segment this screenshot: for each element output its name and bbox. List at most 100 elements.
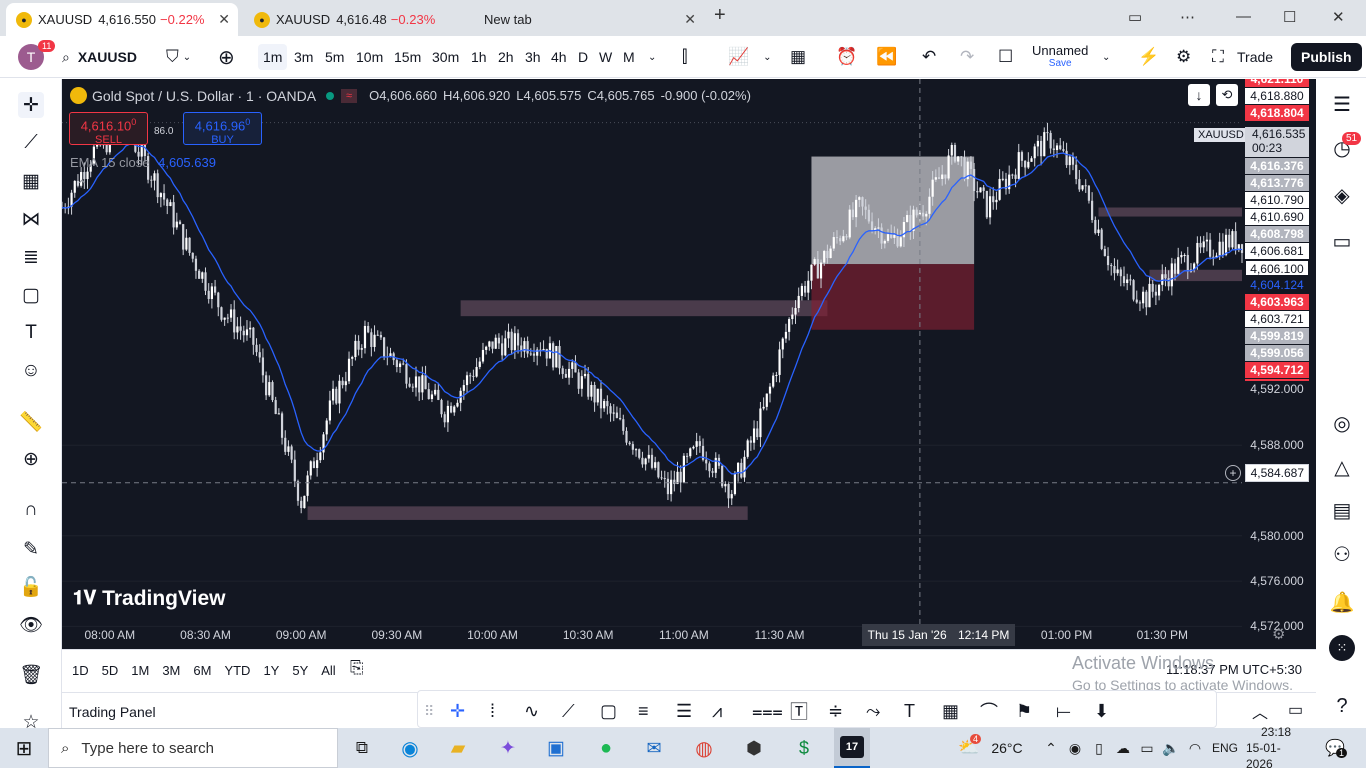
compare-add-symbol-button[interactable]: ⊕ (218, 36, 235, 78)
pattern-tool-icon[interactable]: ⋈ (18, 206, 44, 232)
range-button-1y[interactable]: 1Y (263, 663, 279, 678)
layouts-button[interactable]: ▦ (790, 36, 806, 78)
symbol-type-dropdown[interactable]: ⛉ ⌄ (166, 36, 191, 78)
new-tab-icon[interactable]: + (714, 4, 726, 27)
fib-extension-icon[interactable]: ⩶ (752, 700, 783, 722)
data-problem-icon[interactable]: ≈ (341, 88, 358, 103)
sell-button[interactable]: 4,616.100 SELL (69, 112, 148, 146)
ruler-tool-icon[interactable]: 📏 (18, 409, 44, 435)
collapse-toolbar-icon[interactable]: ⬇ (1094, 700, 1109, 722)
trash-icon[interactable]: 🗑 (18, 662, 44, 688)
watchlist-icon[interactable]: ☰ (1329, 91, 1355, 117)
close-window-icon[interactable]: ✕ (1332, 8, 1345, 26)
weather-temperature[interactable]: 26°C (988, 728, 1026, 768)
trading-panel-tab[interactable]: Trading Panel (69, 704, 156, 720)
chat-icon[interactable]: ▭ (1329, 228, 1355, 254)
cross-cursor-icon[interactable]: ✛ (450, 700, 465, 722)
undo-button[interactable]: ↶ (922, 36, 936, 78)
file-explorer-icon[interactable]: ▰ (440, 728, 476, 768)
legend-title[interactable]: Gold Spot / U.S. Dollar · 1 · OANDA (92, 88, 316, 104)
candlestick-chart[interactable] (62, 79, 1316, 649)
range-button-5d[interactable]: 5D (102, 663, 119, 678)
range-button-all[interactable]: All (321, 663, 335, 678)
xabcd-pattern-icon[interactable]: ⩘ (712, 700, 722, 722)
drag-handle-icon[interactable]: ⠿ (424, 700, 434, 722)
browser-tab[interactable]: ● XAUUSD 4,616.550 −0.22% ✕ (6, 3, 238, 36)
copilot-icon[interactable]: ✦ (490, 728, 526, 768)
tradingview-taskbar-icon[interactable]: 17 (834, 728, 870, 768)
trendline-tool-icon[interactable]: ⟋ (18, 130, 44, 156)
timeframe-4h[interactable]: 4h (546, 44, 572, 70)
timeframe-2h[interactable]: 2h (493, 44, 519, 70)
device-icon[interactable]: ▯ (1090, 728, 1108, 768)
parallel-channel-icon[interactable]: ≡ (638, 700, 649, 722)
eye-icon[interactable]: 👁 (18, 612, 44, 638)
vertical-line-icon[interactable]: ⁞ (490, 700, 495, 722)
grid-icon[interactable]: ▦ (942, 700, 959, 722)
timeframe-10m[interactable]: 10m (351, 44, 388, 70)
magnet-icon[interactable]: ∩ (18, 497, 44, 523)
notification-center-icon[interactable]: 💬 (1320, 728, 1350, 768)
minimize-icon[interactable]: — (1236, 8, 1251, 25)
windows-start-icon[interactable]: ⊞ (0, 728, 48, 768)
battery-icon[interactable]: ▭ (1138, 728, 1156, 768)
text-icon[interactable]: T (904, 700, 915, 722)
add-alert-plus-icon[interactable]: + (1225, 465, 1241, 481)
range-button-5y[interactable]: 5Y (292, 663, 308, 678)
timeframe-3m[interactable]: 3m (289, 44, 318, 70)
maximize-icon[interactable]: ☐ (1283, 8, 1296, 26)
time-scale[interactable]: 08:00 AM 08:30 AM 09:00 AM 09:30 AM 10:00 AM… (62, 624, 1316, 649)
timeframe-d[interactable]: D (573, 44, 593, 70)
zoom-in-icon[interactable]: ⊕ (18, 446, 44, 472)
timeframe-1m[interactable]: 1m (258, 44, 288, 70)
maximize-panel-icon[interactable]: ▭ (1288, 700, 1303, 720)
range-button-6m[interactable]: 6M (193, 663, 211, 678)
flag-pattern-icon[interactable]: ⚑ (1016, 700, 1032, 722)
forecast-tool-icon[interactable]: ≣ (18, 244, 44, 270)
timeframe-5m[interactable]: 5m (320, 44, 349, 70)
wifi-icon[interactable]: ◠ (1186, 728, 1204, 768)
notification-bell-icon[interactable]: 🔔 (1329, 589, 1355, 615)
go-to-date-icon[interactable]: ⎘ (350, 658, 364, 678)
chrome-icon[interactable]: ◍ (686, 728, 722, 768)
range-button-1d[interactable]: 1D (72, 663, 89, 678)
trade-button[interactable]: Trade (1226, 43, 1284, 71)
settings-button[interactable]: ⚙ (1176, 36, 1191, 78)
finance-app-icon[interactable]: $ (786, 728, 822, 768)
close-tab-icon[interactable]: ✕ (684, 11, 696, 28)
alert-button[interactable]: ⏰ (836, 36, 857, 78)
chevron-up-icon[interactable]: ︿ (1252, 699, 1268, 723)
timeframe-30m[interactable]: 30m (427, 44, 464, 70)
lock-pencil-icon[interactable]: ✎ (18, 536, 44, 562)
object-tree-layers-icon[interactable]: ◈ (1329, 182, 1355, 208)
avatar[interactable]: T 11 (18, 36, 56, 78)
layout-chevron-icon[interactable]: ⌄ (1102, 36, 1110, 78)
fullscreen-button[interactable]: ⛶ (1212, 36, 1224, 78)
chart-pane[interactable]: Gold Spot / U.S. Dollar · 1 · OANDA ≈ O4… (62, 79, 1316, 649)
layout-menu-button[interactable]: ☐ (998, 36, 1013, 78)
microsoft-store-icon[interactable]: ▣ (538, 728, 574, 768)
long-position-icon[interactable]: ≑ (828, 700, 843, 722)
browser-tab[interactable]: ● XAUUSD 4,616.48 −0.23% (244, 3, 472, 36)
timeframe-w[interactable]: W (594, 44, 617, 70)
scroll-down-icon[interactable]: ↓ (1188, 84, 1210, 106)
reset-chart-icon[interactable]: ⟲ (1216, 84, 1238, 106)
brush-icon[interactable]: ∿ (524, 700, 539, 722)
fib-grid-tool-icon[interactable]: ▦ (18, 168, 44, 194)
market-status-dot-icon[interactable] (326, 91, 335, 100)
horizontal-ray-icon[interactable]: ⟝ (1056, 700, 1071, 722)
record-icon[interactable]: ◉ (1066, 728, 1084, 768)
timeframe-15m[interactable]: 15m (389, 44, 426, 70)
indicators-button[interactable]: 📈 ⌄ (728, 36, 772, 78)
collapse-legend-icon[interactable]: ⌃ (76, 177, 88, 194)
chevron-up-icon[interactable]: ⌃ (1042, 728, 1060, 768)
text-tool-icon[interactable]: T (18, 320, 44, 346)
edge-browser-icon[interactable]: ◉ (392, 728, 428, 768)
calendar-icon[interactable]: ▤ (1329, 497, 1355, 523)
range-button-ytd[interactable]: YTD (224, 663, 250, 678)
timeframe-chevron-icon[interactable]: ⌄ (648, 36, 656, 78)
close-tab-icon[interactable]: ✕ (218, 11, 230, 28)
ideas-icon[interactable]: △ (1329, 454, 1355, 480)
emoji-tool-icon[interactable]: ☺ (18, 358, 44, 384)
range-button-3m[interactable]: 3M (162, 663, 180, 678)
